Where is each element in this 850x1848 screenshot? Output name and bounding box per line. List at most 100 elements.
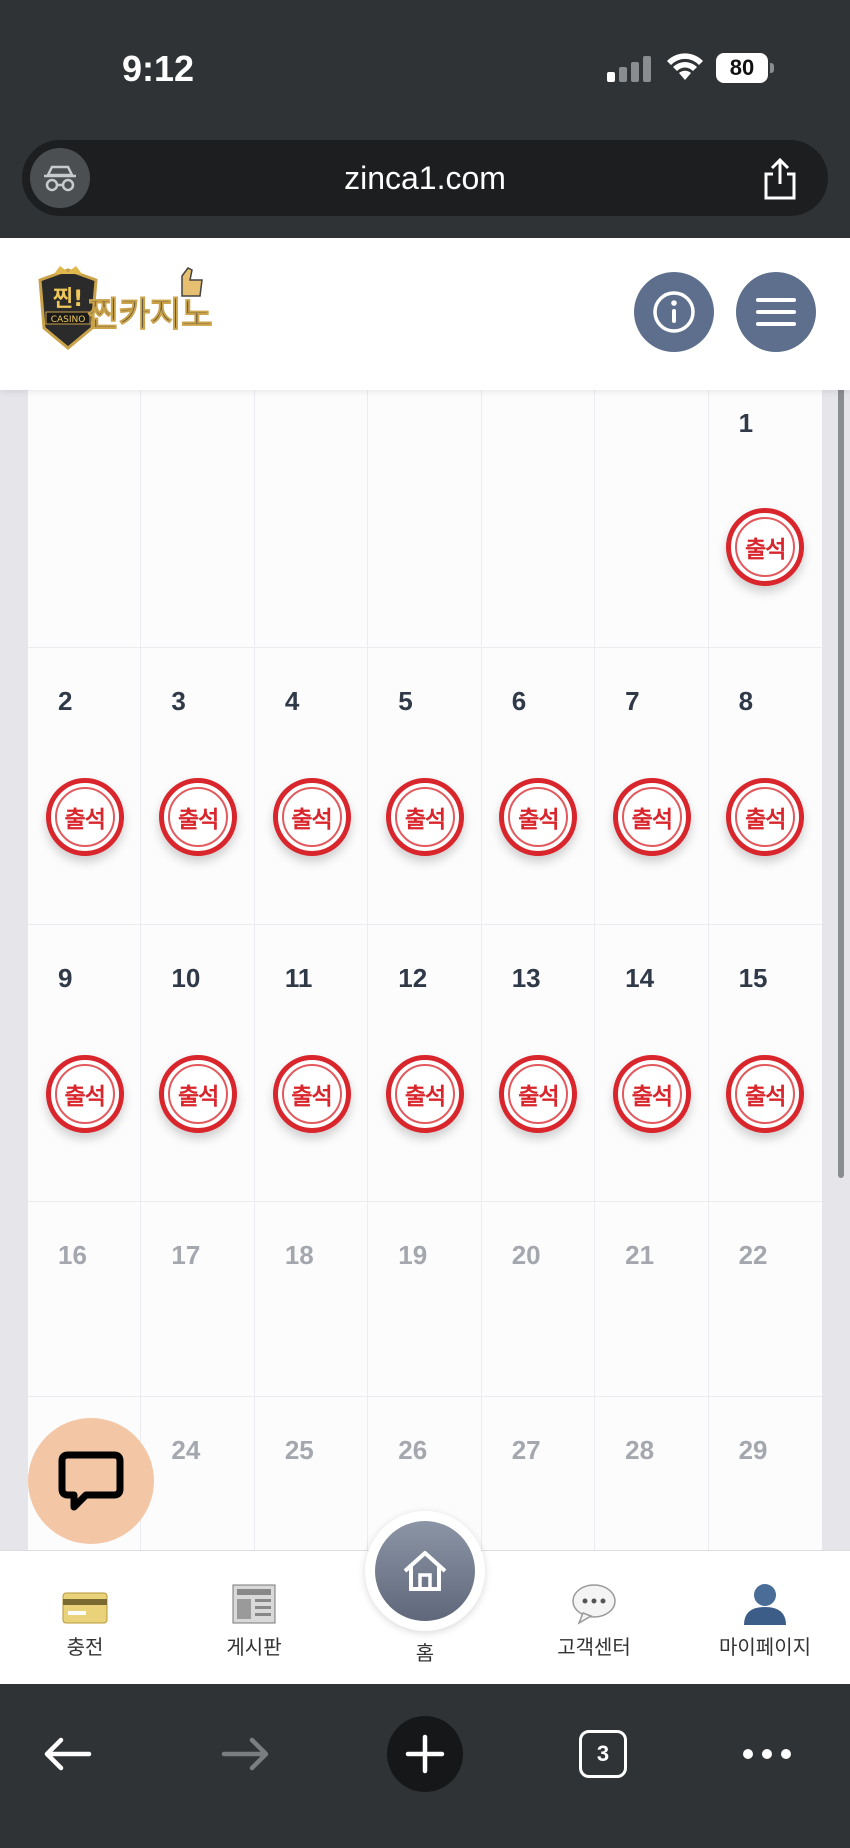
address-bar[interactable]: zinca1.com (22, 140, 828, 216)
attendance-stamp-label: 출석 (64, 807, 106, 833)
nav-item-support[interactable]: 고객센터 (519, 1579, 669, 1660)
calendar-day-cell[interactable]: 6 출석 (482, 648, 596, 924)
nav-label-support: 고객센터 (557, 1635, 631, 1659)
url-text[interactable]: zinca1.com (22, 140, 828, 216)
day-number: 14 (625, 963, 655, 993)
attendance-stamp: 출석 (726, 1055, 805, 1133)
calendar-day-cell[interactable]: 15 출석 (709, 925, 822, 1201)
tab-count: 3 (579, 1730, 627, 1778)
calendar-day-cell[interactable]: 12 출석 (368, 925, 482, 1201)
cellular-signal-icon (607, 56, 651, 82)
day-number: 27 (511, 1435, 541, 1465)
calendar-day-cell[interactable]: 8 출석 (709, 648, 822, 924)
calendar-day-cell[interactable]: 19 (368, 1202, 482, 1396)
attendance-stamp-label: 출석 (291, 807, 332, 833)
day-number: 29 (738, 1435, 768, 1465)
calendar-day-cell[interactable]: 2 출석 (28, 648, 142, 924)
credit-card-icon (62, 1592, 108, 1624)
day-number: 3 (171, 686, 186, 716)
attendance-stamp-label: 출석 (745, 1084, 786, 1110)
day-number: 2 (58, 686, 73, 716)
day-number: 10 (171, 963, 201, 993)
day-number: 9 (58, 963, 73, 993)
calendar-day-cell[interactable]: 16 (28, 1202, 142, 1396)
browser-toolbar: 3 (0, 1684, 850, 1848)
calendar-day-cell[interactable]: 10 출석 (141, 925, 255, 1201)
tabs-button[interactable]: 3 (563, 1714, 643, 1794)
info-button[interactable] (634, 272, 714, 352)
nav-item-mypage[interactable]: 마이페이지 (690, 1579, 840, 1660)
share-icon[interactable] (760, 156, 800, 200)
day-number: 4 (284, 686, 300, 716)
attendance-stamp: 출석 (612, 1055, 691, 1133)
nav-item-charge[interactable]: 충전 (10, 1579, 160, 1660)
calendar-day-cell[interactable]: 4 출석 (255, 648, 369, 924)
day-number: 19 (398, 1240, 428, 1270)
more-options-button[interactable] (727, 1714, 807, 1794)
attendance-stamp-label: 출석 (631, 807, 673, 833)
attendance-stamp-label: 출석 (745, 807, 786, 833)
new-tab-button[interactable] (387, 1716, 463, 1792)
live-chat-button[interactable] (28, 1418, 154, 1544)
calendar-day-cell[interactable]: 7 출석 (595, 648, 709, 924)
calendar-day-cell[interactable]: 25 (255, 1397, 369, 1550)
bottom-navigation: 충전 게시판 홈 고객센터 마이페이지 (0, 1511, 850, 1684)
user-icon (744, 1584, 786, 1625)
nav-label-board: 게시판 (226, 1635, 282, 1659)
calendar-day-cell[interactable]: 22 (709, 1202, 822, 1396)
calendar-day-cell[interactable]: 9 출석 (28, 925, 142, 1201)
nav-item-board[interactable]: 게시판 (179, 1579, 329, 1660)
calendar-day-cell[interactable]: 27 (482, 1397, 596, 1550)
attendance-stamp: 출석 (385, 778, 464, 856)
day-number: 22 (738, 1240, 768, 1270)
calendar-day-cell (141, 390, 255, 647)
calendar-day-cell[interactable]: 20 (482, 1202, 596, 1396)
wifi-icon (667, 53, 703, 80)
attendance-stamp: 출석 (272, 778, 351, 856)
day-number: 5 (398, 686, 413, 716)
attendance-stamp: 출석 (272, 1055, 351, 1133)
calendar-day-cell (28, 390, 142, 647)
calendar-day-cell[interactable]: 17 (141, 1202, 255, 1396)
calendar-day-cell[interactable]: 29 (709, 1397, 822, 1550)
day-number: 7 (625, 686, 640, 716)
status-time: 9:12 (122, 48, 195, 89)
nav-home-button[interactable] (365, 1511, 485, 1631)
nav-label-charge: 충전 (66, 1635, 104, 1659)
calendar-day-cell (255, 390, 369, 647)
calendar-week-row: 1 출석 (28, 390, 822, 648)
logo-badge-text: 찐! (53, 287, 83, 312)
battery-level: 80 (716, 53, 768, 83)
attendance-stamp-label: 출석 (404, 807, 446, 833)
day-number: 26 (398, 1435, 428, 1465)
calendar-day-cell[interactable]: 24 (141, 1397, 255, 1550)
calendar-day-cell[interactable]: 21 (595, 1202, 709, 1396)
site-header: 찐! CASINO 찐카지노 (0, 238, 850, 390)
more-dots-icon (743, 1749, 791, 1759)
status-bar: 9:12 80 (0, 0, 850, 136)
day-number: 24 (171, 1435, 201, 1465)
attendance-stamp: 출석 (159, 778, 238, 856)
day-number: 25 (284, 1435, 314, 1465)
arrow-right-icon (221, 1737, 269, 1771)
calendar-day-cell[interactable]: 28 (595, 1397, 709, 1550)
calendar-day-cell[interactable]: 1 출석 (709, 390, 822, 647)
attendance-stamp-label: 출석 (745, 537, 786, 563)
menu-button[interactable] (736, 272, 816, 352)
calendar-day-cell[interactable]: 11 출석 (255, 925, 369, 1201)
calendar-day-cell[interactable]: 5 출석 (368, 648, 482, 924)
calendar-day-cell[interactable]: 18 (255, 1202, 369, 1396)
calendar-day-cell[interactable]: 3 출석 (141, 648, 255, 924)
attendance-calendar: 1 출석 2 출석 3 출석 4 출석 5 출석 6 출석 7 출석 8 출석 9 출석 10 출석 11 출석 12 출석 1… (28, 390, 822, 1550)
day-number: 15 (738, 963, 768, 993)
calendar-day-cell[interactable]: 14 출석 (595, 925, 709, 1201)
page-scrollbar[interactable] (838, 288, 844, 1178)
forward-button[interactable] (206, 1714, 286, 1794)
site-logo[interactable]: 찐! CASINO 찐카지노 (32, 266, 212, 362)
attendance-stamp: 출석 (612, 778, 691, 856)
info-icon (653, 291, 695, 333)
attendance-stamp-label: 출석 (631, 1084, 673, 1110)
day-number: 21 (625, 1240, 655, 1270)
back-button[interactable] (27, 1714, 107, 1794)
calendar-day-cell[interactable]: 13 출석 (482, 925, 596, 1201)
